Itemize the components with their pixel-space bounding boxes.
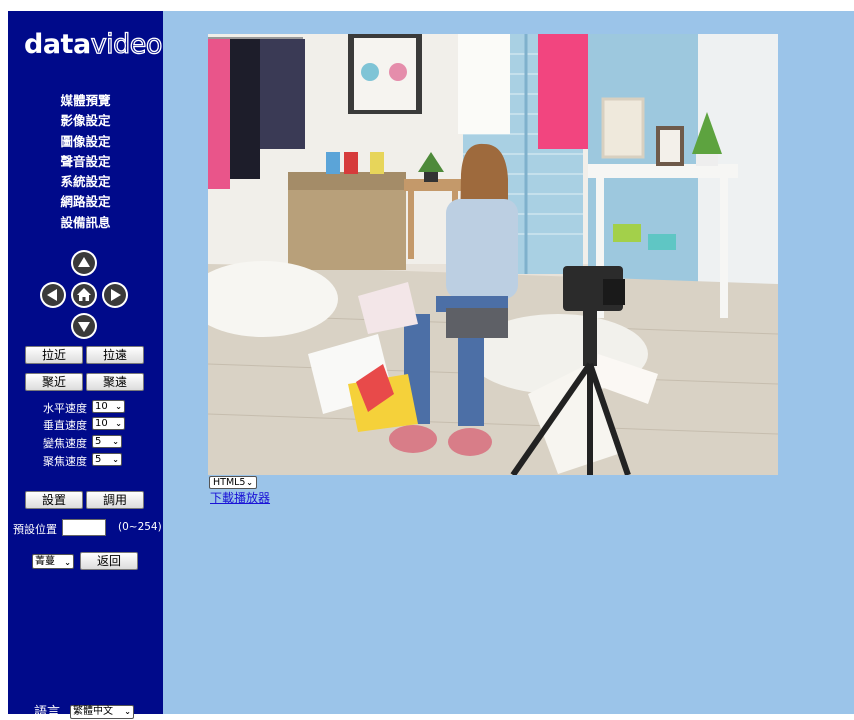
menu-item-video-settings[interactable]: 影像設定 [8,111,163,131]
zoom-out-button[interactable]: 拉遠 [86,346,144,364]
arrow-up-icon [73,252,95,274]
zoom-in-button[interactable]: 拉近 [25,346,83,364]
menu-item-device-info[interactable]: 設備訊息 [8,213,163,233]
video-preview [208,34,778,475]
chevron-down-icon: ⌄ [112,437,119,446]
live-camera-image [208,34,778,475]
language-label: 語言 [34,705,61,720]
pan-speed-select[interactable]: 10 ⌄ [92,400,125,413]
preset-position-input[interactable] [62,519,106,536]
home-icon [73,284,95,306]
back-button[interactable]: 返回 [80,552,138,570]
focus-near-button[interactable]: 聚近 [25,373,83,391]
tilt-speed-select[interactable]: 10 ⌄ [92,417,125,430]
main-content: HTML5 ⌄ 下載播放器 [163,11,854,714]
menu-item-system-settings[interactable]: 系統設定 [8,172,163,192]
ptz-left-button[interactable] [40,282,66,308]
focus-speed-value: 5 [95,454,102,465]
chevron-down-icon: ⌄ [115,419,122,428]
tilt-speed-value: 10 [95,418,108,429]
menu-item-audio-settings[interactable]: 聲音設定 [8,152,163,172]
datavideo-logo: datavideo [24,28,163,60]
focus-speed-select[interactable]: 5 ⌄ [92,453,122,466]
language-select-value: 繁體中文 [73,706,113,717]
chevron-down-icon: ⌄ [115,402,122,411]
zoom-speed-select[interactable]: 5 ⌄ [92,435,122,448]
ptz-down-button[interactable] [71,313,97,339]
mode-select-value: 菁蔓 [35,556,55,567]
ptz-up-button[interactable] [71,250,97,276]
focus-speed-label: 聚焦速度 [43,455,87,468]
tilt-speed-label: 垂直速度 [43,419,87,432]
nav-menu: 媒體預覽 影像設定 圖像設定 聲音設定 系統設定 網路設定 設備訊息 [8,91,163,233]
logo-outline-text: video [90,28,163,60]
preset-call-button[interactable]: 調用 [86,491,144,509]
player-type-select[interactable]: HTML5 ⌄ [209,476,257,489]
chevron-down-icon: ⌄ [246,478,253,487]
chevron-down-icon: ⌄ [112,455,119,464]
preset-range-label: (0~254) [118,521,162,533]
menu-item-media-preview[interactable]: 媒體預覽 [8,91,163,111]
pan-speed-label: 水平速度 [43,402,87,415]
chevron-down-icon: ⌄ [64,558,71,567]
zoom-speed-value: 5 [95,436,102,447]
preset-set-button[interactable]: 設置 [25,491,83,509]
download-player-link[interactable]: 下載播放器 [210,489,270,506]
preset-position-label: 預設位置 [13,523,57,536]
logo-bold-text: data [24,29,91,60]
ptz-right-button[interactable] [102,282,128,308]
sidebar: datavideo 媒體預覽 影像設定 圖像設定 聲音設定 系統設定 網路設定 … [8,11,163,720]
language-select[interactable]: 繁體中文 ⌄ [70,705,134,719]
chevron-down-icon: ⌄ [124,707,131,716]
player-type-value: HTML5 [213,477,246,488]
arrow-left-icon [42,284,64,306]
ptz-home-button[interactable] [71,282,97,308]
pan-speed-value: 10 [95,401,108,412]
menu-item-network-settings[interactable]: 網路設定 [8,192,163,212]
arrow-right-icon [104,284,126,306]
zoom-speed-label: 變焦速度 [43,437,87,450]
arrow-down-icon [73,315,95,337]
mode-select[interactable]: 菁蔓 ⌄ [32,554,74,569]
focus-far-button[interactable]: 聚遠 [86,373,144,391]
menu-item-image-settings[interactable]: 圖像設定 [8,132,163,152]
